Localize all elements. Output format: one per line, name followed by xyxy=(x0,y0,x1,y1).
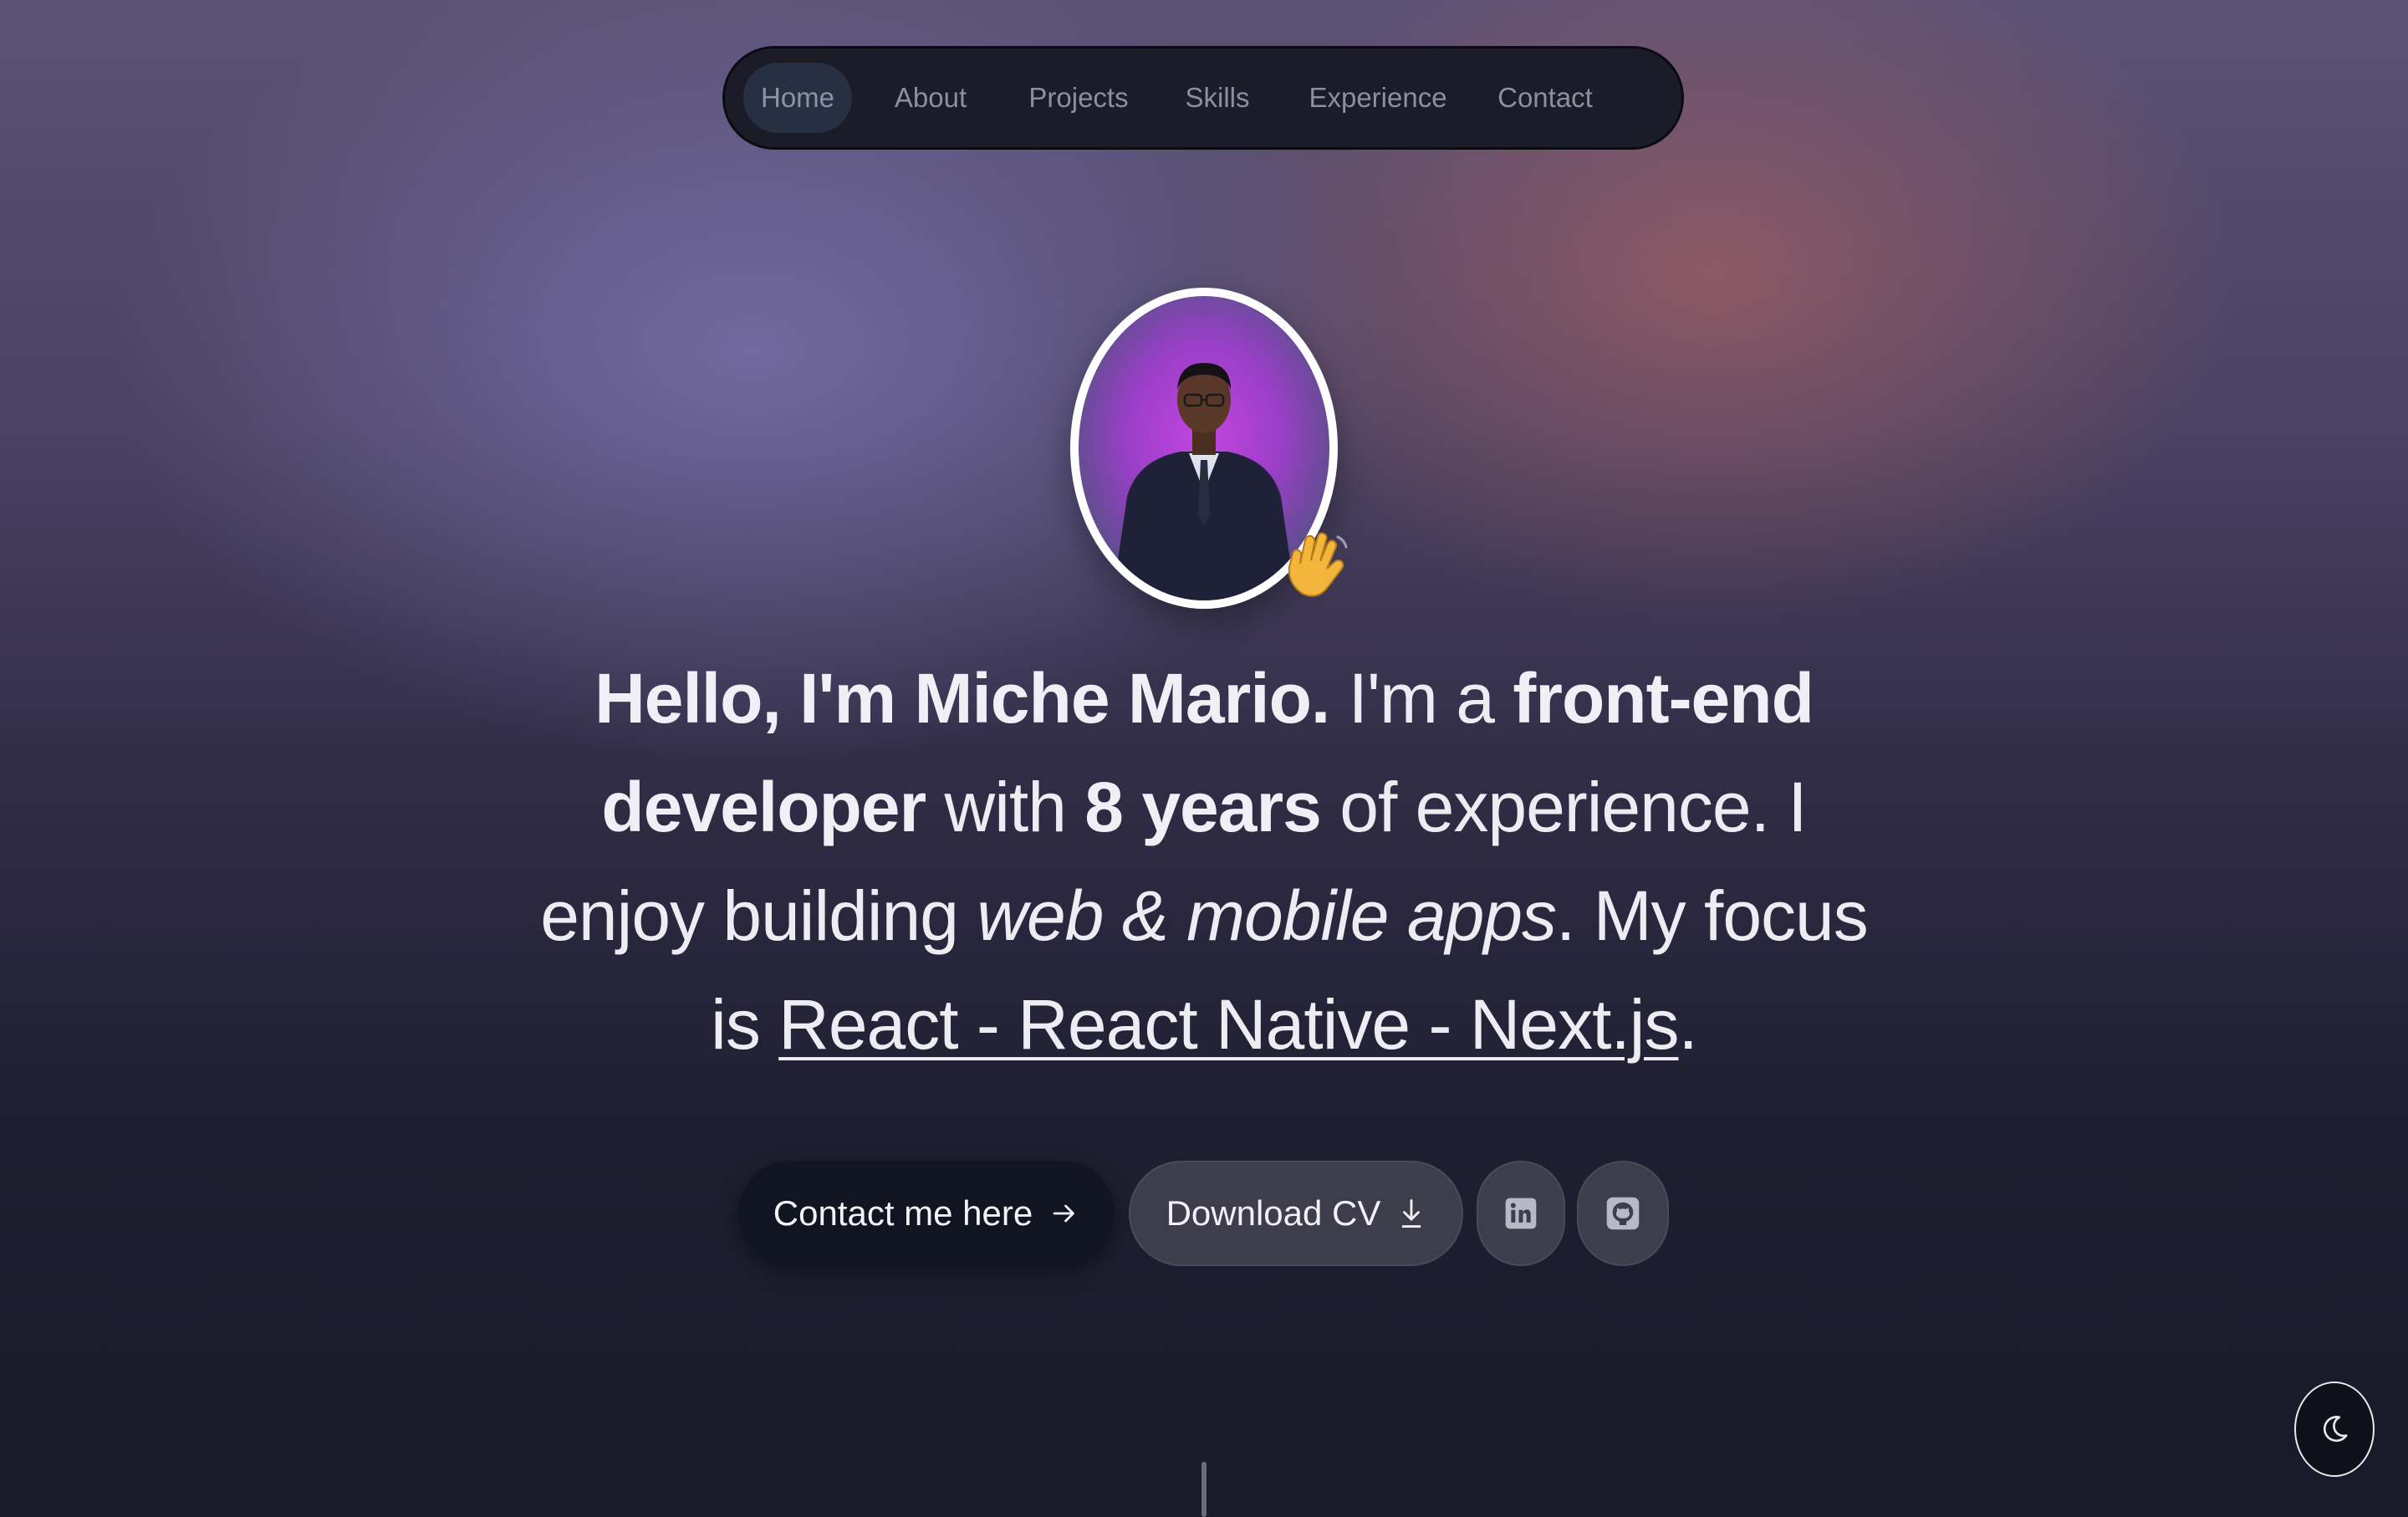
download-cv-label: Download CV xyxy=(1166,1193,1381,1233)
profile-avatar xyxy=(1070,288,1348,609)
scroll-indicator xyxy=(1201,1462,1207,1517)
nav-item-projects[interactable]: Projects xyxy=(1008,63,1150,133)
github-icon xyxy=(1606,1197,1640,1230)
download-icon xyxy=(1402,1199,1421,1228)
github-button[interactable] xyxy=(1577,1161,1669,1266)
nav-item-experience[interactable]: Experience xyxy=(1292,63,1464,133)
nav-item-about[interactable]: About xyxy=(867,63,994,133)
nav-item-contact[interactable]: Contact xyxy=(1474,63,1616,133)
intro-apps: web & mobile apps xyxy=(977,876,1557,955)
intro-end: . xyxy=(1678,985,1697,1064)
intro-with: with xyxy=(926,768,1085,846)
intro-im-a: I'm a xyxy=(1329,659,1513,738)
intro-years: 8 years xyxy=(1084,768,1322,846)
main-nav: Home About Projects Skills Experience Co… xyxy=(722,46,1684,150)
theme-toggle-button[interactable] xyxy=(2294,1382,2375,1477)
nav-item-skills[interactable]: Skills xyxy=(1161,63,1273,133)
arrow-right-icon xyxy=(1053,1204,1075,1223)
intro-stack-link[interactable]: React - React Native - Next.js xyxy=(778,985,1679,1064)
linkedin-icon xyxy=(1505,1198,1537,1229)
contact-button-label: Contact me here xyxy=(773,1193,1033,1233)
moon-icon xyxy=(2323,1416,2348,1443)
download-cv-button[interactable]: Download CV xyxy=(1129,1161,1463,1266)
waving-hand-emoji xyxy=(1288,532,1348,597)
intro-hello: Hello, I'm Miche Mario. xyxy=(594,659,1330,738)
intro-text: Hello, I'm Miche Mario. I'm a front-end … xyxy=(535,644,1873,1079)
nav-item-home[interactable]: Home xyxy=(743,63,852,133)
linkedin-button[interactable] xyxy=(1477,1161,1565,1266)
contact-button[interactable]: Contact me here xyxy=(738,1161,1115,1266)
